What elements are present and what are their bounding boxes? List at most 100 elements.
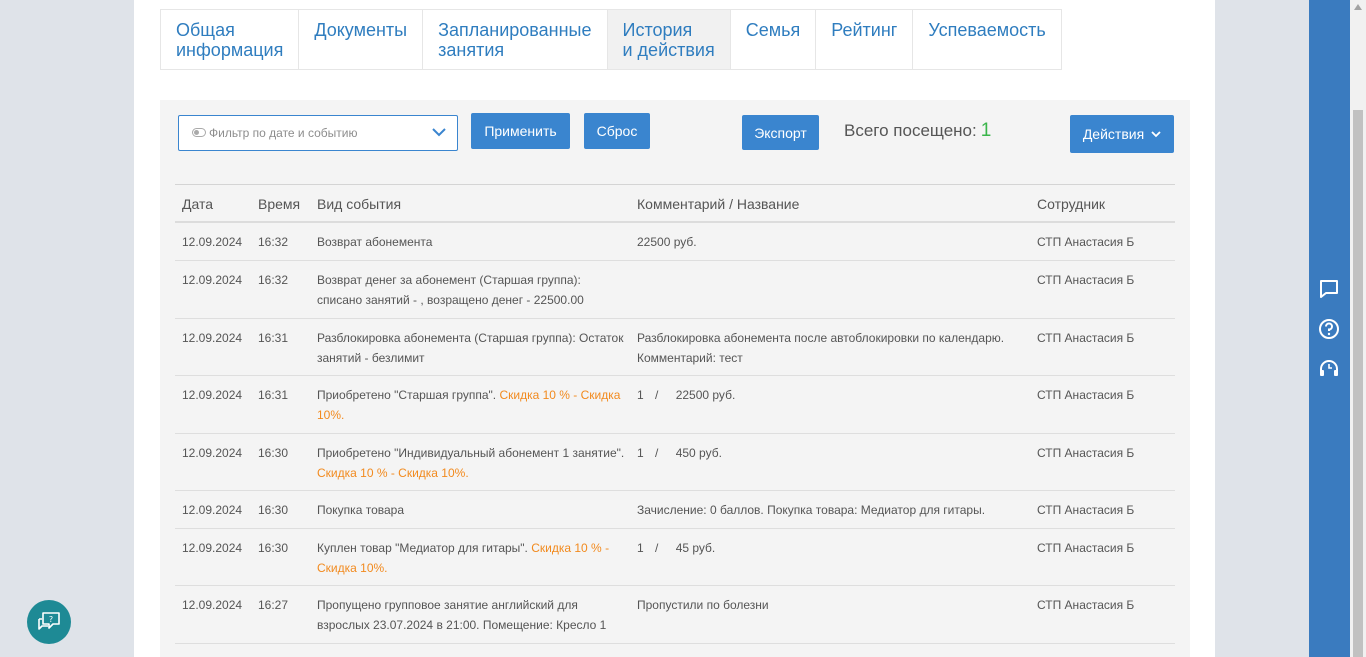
header-time[interactable]: Время (258, 194, 300, 214)
cell-event: Куплен товар "Медиатор для гитары". Скид… (317, 538, 627, 578)
cell-event: Разблокировка абонемента (Старшая группа… (317, 331, 624, 365)
qty-text: 1 (637, 541, 644, 555)
help-icon[interactable] (1318, 318, 1340, 340)
cell-time: 16:27 (258, 598, 289, 612)
tab-label-line2: занятия (438, 40, 505, 60)
table-row: 12.09.2024 16:32 Возврат денег за абонем… (175, 261, 1175, 319)
header-comment[interactable]: Комментарий / Название (637, 194, 1017, 214)
tab-progress[interactable]: Успеваемость (913, 10, 1060, 69)
cell-event: Покупка товара (317, 503, 404, 517)
chat-help-icon: ? (38, 612, 60, 630)
price-text: 450 руб. (675, 446, 722, 460)
cell-comment: 1/450 руб. (637, 446, 722, 460)
cell-comment: Зачисление: 0 баллов. Покупка товара: Ме… (637, 503, 986, 517)
price-text: 45 руб. (675, 541, 716, 555)
export-button[interactable]: Экспорт (742, 115, 819, 150)
table-header: Дата Время Вид события Комментарий / Наз… (175, 185, 1175, 223)
cell-date: 12.09.2024 (182, 273, 243, 287)
tab-family[interactable]: Семья (731, 10, 817, 69)
event-text: Приобретено "Старшая группа". (317, 388, 497, 402)
header-event[interactable]: Вид события (317, 194, 627, 214)
event-text: Приобретено "Индивидуальный абонемент 1 … (317, 446, 625, 460)
support-icon[interactable] (1318, 358, 1340, 380)
cell-date: 12.09.2024 (182, 446, 243, 460)
chat-help-button[interactable]: ? (27, 600, 71, 644)
svg-text:?: ? (49, 615, 53, 624)
cell-time: 16:30 (258, 541, 289, 555)
tab-scheduled-classes[interactable]: Запланированные занятия (423, 10, 608, 69)
table-row: 12.09.2024 16:30 Куплен товар "Медиатор … (175, 529, 1175, 586)
tab-label-line2: информация (176, 40, 284, 60)
cell-comment: Пропустили по болезни (637, 598, 769, 612)
chevron-down-icon (432, 128, 446, 137)
cell-staff: СТП Анастасия Б (1037, 331, 1135, 345)
header-date[interactable]: Дата (182, 194, 213, 214)
cell-event: Возврат денег за абонемент (Старшая груп… (317, 273, 584, 307)
header-staff[interactable]: Сотрудник (1037, 194, 1105, 214)
cell-time: 16:30 (258, 446, 289, 460)
chevron-down-icon (1151, 131, 1161, 138)
discount-text: Скидка 10 % - Скидка 10%. (317, 466, 469, 480)
tab-label: Общая (176, 20, 235, 40)
cell-date: 12.09.2024 (182, 235, 243, 249)
page-scrollbar[interactable] (1350, 0, 1366, 657)
total-visited: Всего посещено: 1 (844, 120, 991, 142)
tab-general-info[interactable]: Общая информация (161, 10, 300, 69)
cell-date: 12.09.2024 (182, 598, 243, 612)
filter-placeholder: Фильтр по дате и событию (209, 126, 358, 140)
cell-staff: СТП Анастасия Б (1037, 541, 1135, 555)
client-card-page: Общая информация Документы Запланированн… (134, 0, 1215, 657)
cell-date: 12.09.2024 (182, 331, 243, 345)
cell-staff: СТП Анастасия Б (1037, 273, 1135, 287)
cell-event: Приобретено "Индивидуальный абонемент 1 … (317, 443, 627, 483)
cell-event: Приобретено "Старшая группа". Скидка 10 … (317, 385, 627, 425)
price-text: 22500 руб. (675, 388, 736, 402)
table-row: 12.09.2024 16:30 Приобретено "Индивидуал… (175, 434, 1175, 491)
tab-label: Успеваемость (928, 20, 1046, 40)
toggle-icon (192, 128, 206, 137)
tab-label: Документы (314, 20, 408, 40)
tab-history-actions[interactable]: История и действия (607, 10, 731, 69)
tab-label: Семья (745, 20, 801, 40)
reset-button[interactable]: Сброс (584, 113, 650, 149)
apply-button[interactable]: Применить (471, 113, 570, 149)
cell-time: 16:30 (258, 503, 289, 517)
cell-staff: СТП Анастасия Б (1037, 503, 1135, 517)
cell-staff: СТП Анастасия Б (1037, 446, 1135, 460)
history-panel: Фильтр по дате и событию Применить Сброс… (160, 100, 1190, 657)
cell-comment: Разблокировка абонемента после автоблоки… (637, 331, 1005, 365)
cell-time: 16:32 (258, 235, 289, 249)
history-table: Дата Время Вид события Комментарий / Наз… (175, 184, 1175, 644)
qty-text: 1 (637, 446, 644, 460)
cell-staff: СТП Анастасия Б (1037, 598, 1135, 612)
actions-label: Действия (1082, 126, 1145, 142)
scroll-up-arrow-icon[interactable] (1354, 4, 1362, 10)
table-row: 12.09.2024 16:31 Приобретено "Старшая гр… (175, 376, 1175, 434)
cell-staff: СТП Анастасия Б (1037, 388, 1135, 402)
cell-date: 12.09.2024 (182, 388, 243, 402)
actions-dropdown-button[interactable]: Действия (1070, 115, 1174, 153)
cell-time: 16:32 (258, 273, 289, 287)
table-row: 12.09.2024 16:32 Возврат абонемента 2250… (175, 223, 1175, 261)
cell-date: 12.09.2024 (182, 503, 243, 517)
tab-label: История (622, 20, 693, 40)
tab-documents[interactable]: Документы (299, 10, 424, 69)
cell-comment: 22500 руб. (637, 235, 697, 249)
tab-label: Запланированные (438, 20, 592, 40)
table-row: 12.09.2024 16:27 Пропущено групповое зан… (175, 586, 1175, 644)
tab-label-line2: и действия (622, 40, 715, 60)
message-icon[interactable] (1318, 278, 1340, 300)
date-event-filter-select[interactable]: Фильтр по дате и событию (178, 115, 458, 151)
tabs-bar: Общая информация Документы Запланированн… (160, 9, 1062, 70)
table-row: 12.09.2024 16:30 Покупка товара Зачислен… (175, 491, 1175, 529)
visited-count: 1 (980, 120, 992, 141)
visited-label: Всего посещено: (844, 121, 977, 140)
cell-event: Возврат абонемента (317, 235, 433, 249)
tab-rating[interactable]: Рейтинг (816, 10, 914, 69)
scrollbar-thumb[interactable] (1353, 110, 1363, 657)
cell-date: 12.09.2024 (182, 541, 243, 555)
tab-label: Рейтинг (831, 20, 898, 40)
cell-comment: 1/22500 руб. (637, 388, 736, 402)
qty-text: 1 (637, 388, 644, 402)
cell-time: 16:31 (258, 331, 289, 345)
